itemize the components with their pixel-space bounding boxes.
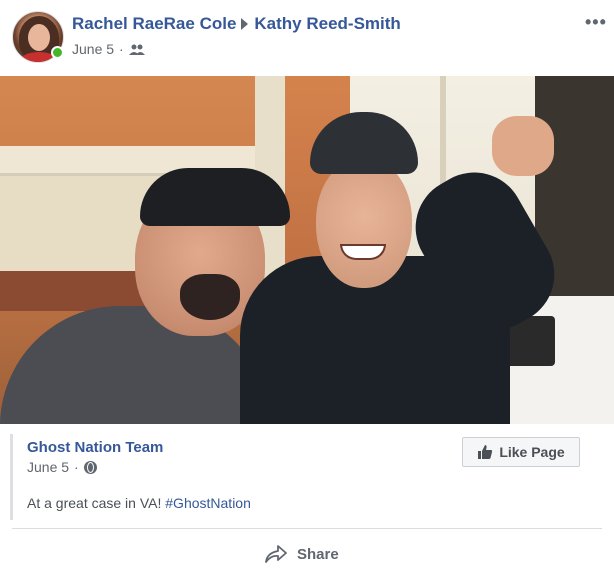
post-meta: June 5 · (72, 41, 145, 57)
like-page-label: Like Page (499, 444, 565, 460)
photo-person-left-beard (180, 274, 240, 320)
post-header: Rachel RaeRae Cole Kathy Reed-Smith June… (0, 0, 614, 76)
actions-divider (12, 528, 602, 529)
shared-post-date-link[interactable]: June 5 (27, 459, 69, 475)
shared-post-body: At a great case in VA! (27, 495, 162, 511)
post-title: Rachel RaeRae Cole Kathy Reed-Smith (72, 14, 401, 34)
share-button[interactable]: Share (265, 540, 339, 568)
share-label: Share (297, 545, 339, 563)
hashtag-link[interactable]: #GhostNation (165, 495, 251, 511)
meta-separator: · (119, 41, 124, 57)
photo-person-left-cap (140, 168, 290, 226)
share-icon (265, 545, 287, 563)
thumbs-up-icon (477, 444, 493, 460)
shared-post-meta: June 5 · (27, 459, 97, 475)
target-name-link[interactable]: Kathy Reed-Smith (254, 14, 400, 34)
shared-page-name-link[interactable]: Ghost Nation Team (27, 439, 163, 456)
shared-meta-separator: · (74, 459, 79, 475)
globe-icon[interactable] (83, 460, 97, 474)
online-status-icon (51, 46, 64, 59)
photo-person-right-fist (492, 116, 554, 176)
friends-icon[interactable] (128, 43, 145, 55)
arrow-right-icon (241, 18, 249, 30)
post-date-link[interactable]: June 5 (72, 41, 114, 57)
avatar-face (28, 24, 50, 51)
shared-post-text: At a great case in VA! #GhostNation (27, 495, 251, 511)
like-page-button[interactable]: Like Page (462, 437, 580, 467)
author-name-link[interactable]: Rachel RaeRae Cole (72, 14, 236, 34)
shared-post-card: Ghost Nation Team June 5 · At a great ca… (10, 434, 604, 520)
photo-person-right-head (316, 158, 412, 288)
post-photo[interactable] (0, 76, 614, 424)
more-options-button[interactable]: ••• (585, 12, 607, 33)
